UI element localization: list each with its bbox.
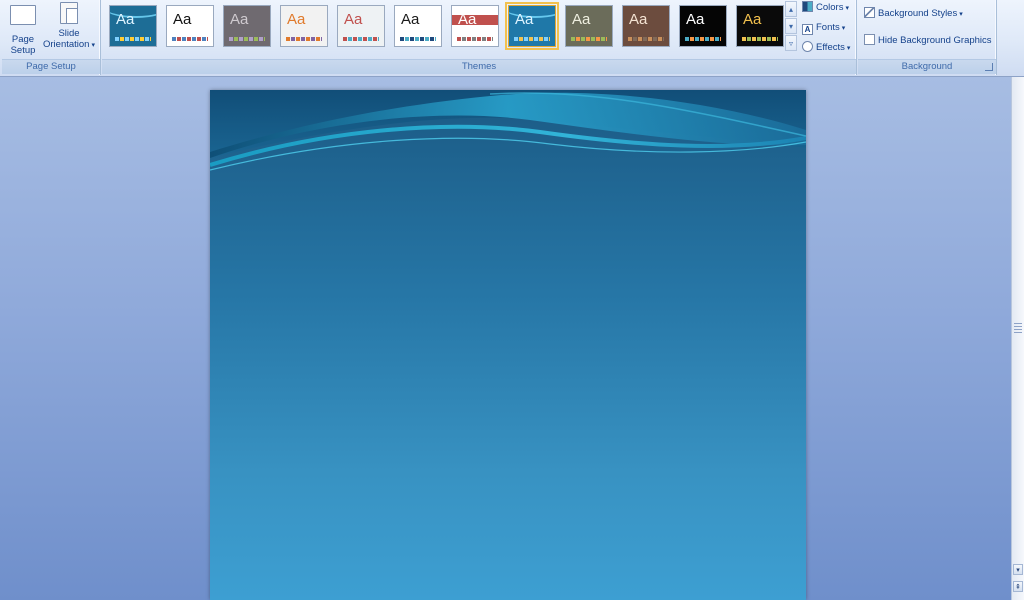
page-setup-group-label: Page Setup	[2, 59, 100, 74]
hide-background-graphics-label: Hide Background Graphics	[878, 35, 992, 46]
checkbox-icon	[864, 34, 875, 45]
theme-gallery-scroll: ▴ ▾ ▿	[785, 1, 797, 53]
slide-wave-graphic	[210, 90, 806, 171]
theme-color-swatches	[400, 37, 436, 41]
paint-bucket-icon	[864, 7, 875, 18]
page-setup-group: Page Setup Slide Orientation ▾ Page Setup	[2, 0, 101, 75]
effects-button[interactable]: Effects ▾	[802, 40, 850, 56]
effects-icon	[802, 41, 813, 52]
theme-color-swatches	[685, 37, 721, 41]
chevron-down-icon: ▾	[841, 25, 846, 32]
theme-color-swatches	[628, 37, 664, 41]
colors-label: Colors	[816, 2, 844, 13]
theme-sample-text: Aa	[230, 11, 249, 28]
theme-sample-text: Aa	[287, 11, 306, 28]
hide-background-graphics-checkbox[interactable]: Hide Background Graphics	[864, 33, 992, 49]
page-setup-label-line2: Setup	[10, 45, 36, 56]
background-styles-label: Background Styles	[878, 8, 958, 19]
fonts-button[interactable]: A Fonts ▾	[802, 20, 845, 36]
page-setup-label-line1: Page	[11, 34, 35, 45]
slide-orientation-button[interactable]: Slide Orientation ▾	[40, 2, 98, 51]
page-setup-button[interactable]: Page Setup	[5, 2, 41, 56]
theme-thumbnail-8[interactable]: Aa	[505, 2, 559, 50]
theme-thumbnail-9[interactable]: Aa	[565, 5, 613, 47]
theme-thumbnail-5[interactable]: Aa	[337, 5, 385, 47]
theme-sample-text: Aa	[401, 11, 420, 28]
gallery-scroll-up-button[interactable]: ▴	[785, 1, 797, 17]
theme-sample-text: Aa	[572, 11, 591, 28]
fonts-icon: A	[802, 24, 813, 35]
previous-slide-button[interactable]: ⇞	[1013, 581, 1023, 592]
colors-icon	[802, 1, 813, 12]
theme-thumbnail-10[interactable]: Aa	[622, 5, 670, 47]
theme-thumbnail-3[interactable]: Aa	[223, 5, 271, 47]
effects-label: Effects	[816, 42, 845, 53]
chevron-down-icon: ▾	[845, 5, 849, 12]
chevron-down-icon: ▾	[91, 42, 95, 49]
theme-sample-text: Aa	[743, 11, 762, 28]
theme-thumbnail-7[interactable]: Aa	[451, 5, 499, 47]
scrollbar-grip-icon[interactable]	[1014, 323, 1022, 333]
background-group: Background Styles ▾ Hide Background Graph…	[858, 0, 997, 75]
theme-thumbnail-6[interactable]: Aa	[394, 5, 442, 47]
theme-sample-text: Aa	[173, 11, 192, 28]
theme-color-swatches	[172, 37, 208, 41]
themes-group-label: Themes	[102, 59, 856, 74]
background-styles-button[interactable]: Background Styles ▾	[864, 6, 963, 22]
chevron-down-icon: ▾	[846, 45, 851, 52]
slide-orientation-label-line2-wrap: Orientation ▾	[40, 39, 98, 51]
theme-sample-text: Aa	[686, 11, 705, 28]
theme-color-swatches	[514, 37, 550, 41]
vertical-scrollbar[interactable]: ▾ ⇞	[1011, 77, 1024, 600]
background-group-label: Background	[858, 59, 996, 74]
colors-button[interactable]: Colors ▾	[802, 0, 849, 16]
slide-orientation-label-line1: Slide	[58, 28, 80, 39]
theme-sample-text: Aa	[458, 11, 477, 28]
scroll-down-button[interactable]: ▾	[1013, 564, 1023, 575]
fonts-label: Fonts	[816, 22, 840, 33]
theme-color-swatches	[286, 37, 322, 41]
theme-thumbnail-1[interactable]: Aa	[109, 5, 157, 47]
chevron-down-icon: ▾	[959, 11, 963, 18]
dialog-launcher-icon[interactable]	[985, 63, 993, 71]
slide-orientation-icon	[60, 2, 78, 24]
theme-sample-text: Aa	[515, 11, 534, 28]
theme-color-swatches	[571, 37, 607, 41]
theme-color-swatches	[229, 37, 265, 41]
theme-sample-text: Aa	[116, 11, 135, 28]
theme-thumbnail-12[interactable]: Aa	[736, 5, 784, 47]
ribbon: Page Setup Slide Orientation ▾ Page Setup…	[0, 0, 1024, 77]
theme-thumbnail-4[interactable]: Aa	[280, 5, 328, 47]
slide-canvas[interactable]	[210, 90, 806, 600]
gallery-more-button[interactable]: ▿	[785, 35, 797, 51]
theme-thumbnail-11[interactable]: Aa	[679, 5, 727, 47]
theme-thumbnail-2[interactable]: Aa	[166, 5, 214, 47]
theme-color-swatches	[742, 37, 778, 41]
ribbon-edge	[998, 0, 1024, 75]
theme-sample-text: Aa	[344, 11, 363, 28]
theme-sample-text: Aa	[629, 11, 648, 28]
theme-color-swatches	[457, 37, 493, 41]
gallery-scroll-down-button[interactable]: ▾	[785, 18, 797, 34]
slide-orientation-label-line2: Orientation	[43, 39, 90, 50]
page-setup-icon	[10, 5, 36, 25]
theme-color-swatches	[115, 37, 151, 41]
themes-group: Aa Aa Aa Aa Aa Aa Aa Aa Aa Aa Aa Aa ▴ ▾ ▿ Colors ▾ A…	[102, 0, 857, 75]
theme-color-swatches	[343, 37, 379, 41]
